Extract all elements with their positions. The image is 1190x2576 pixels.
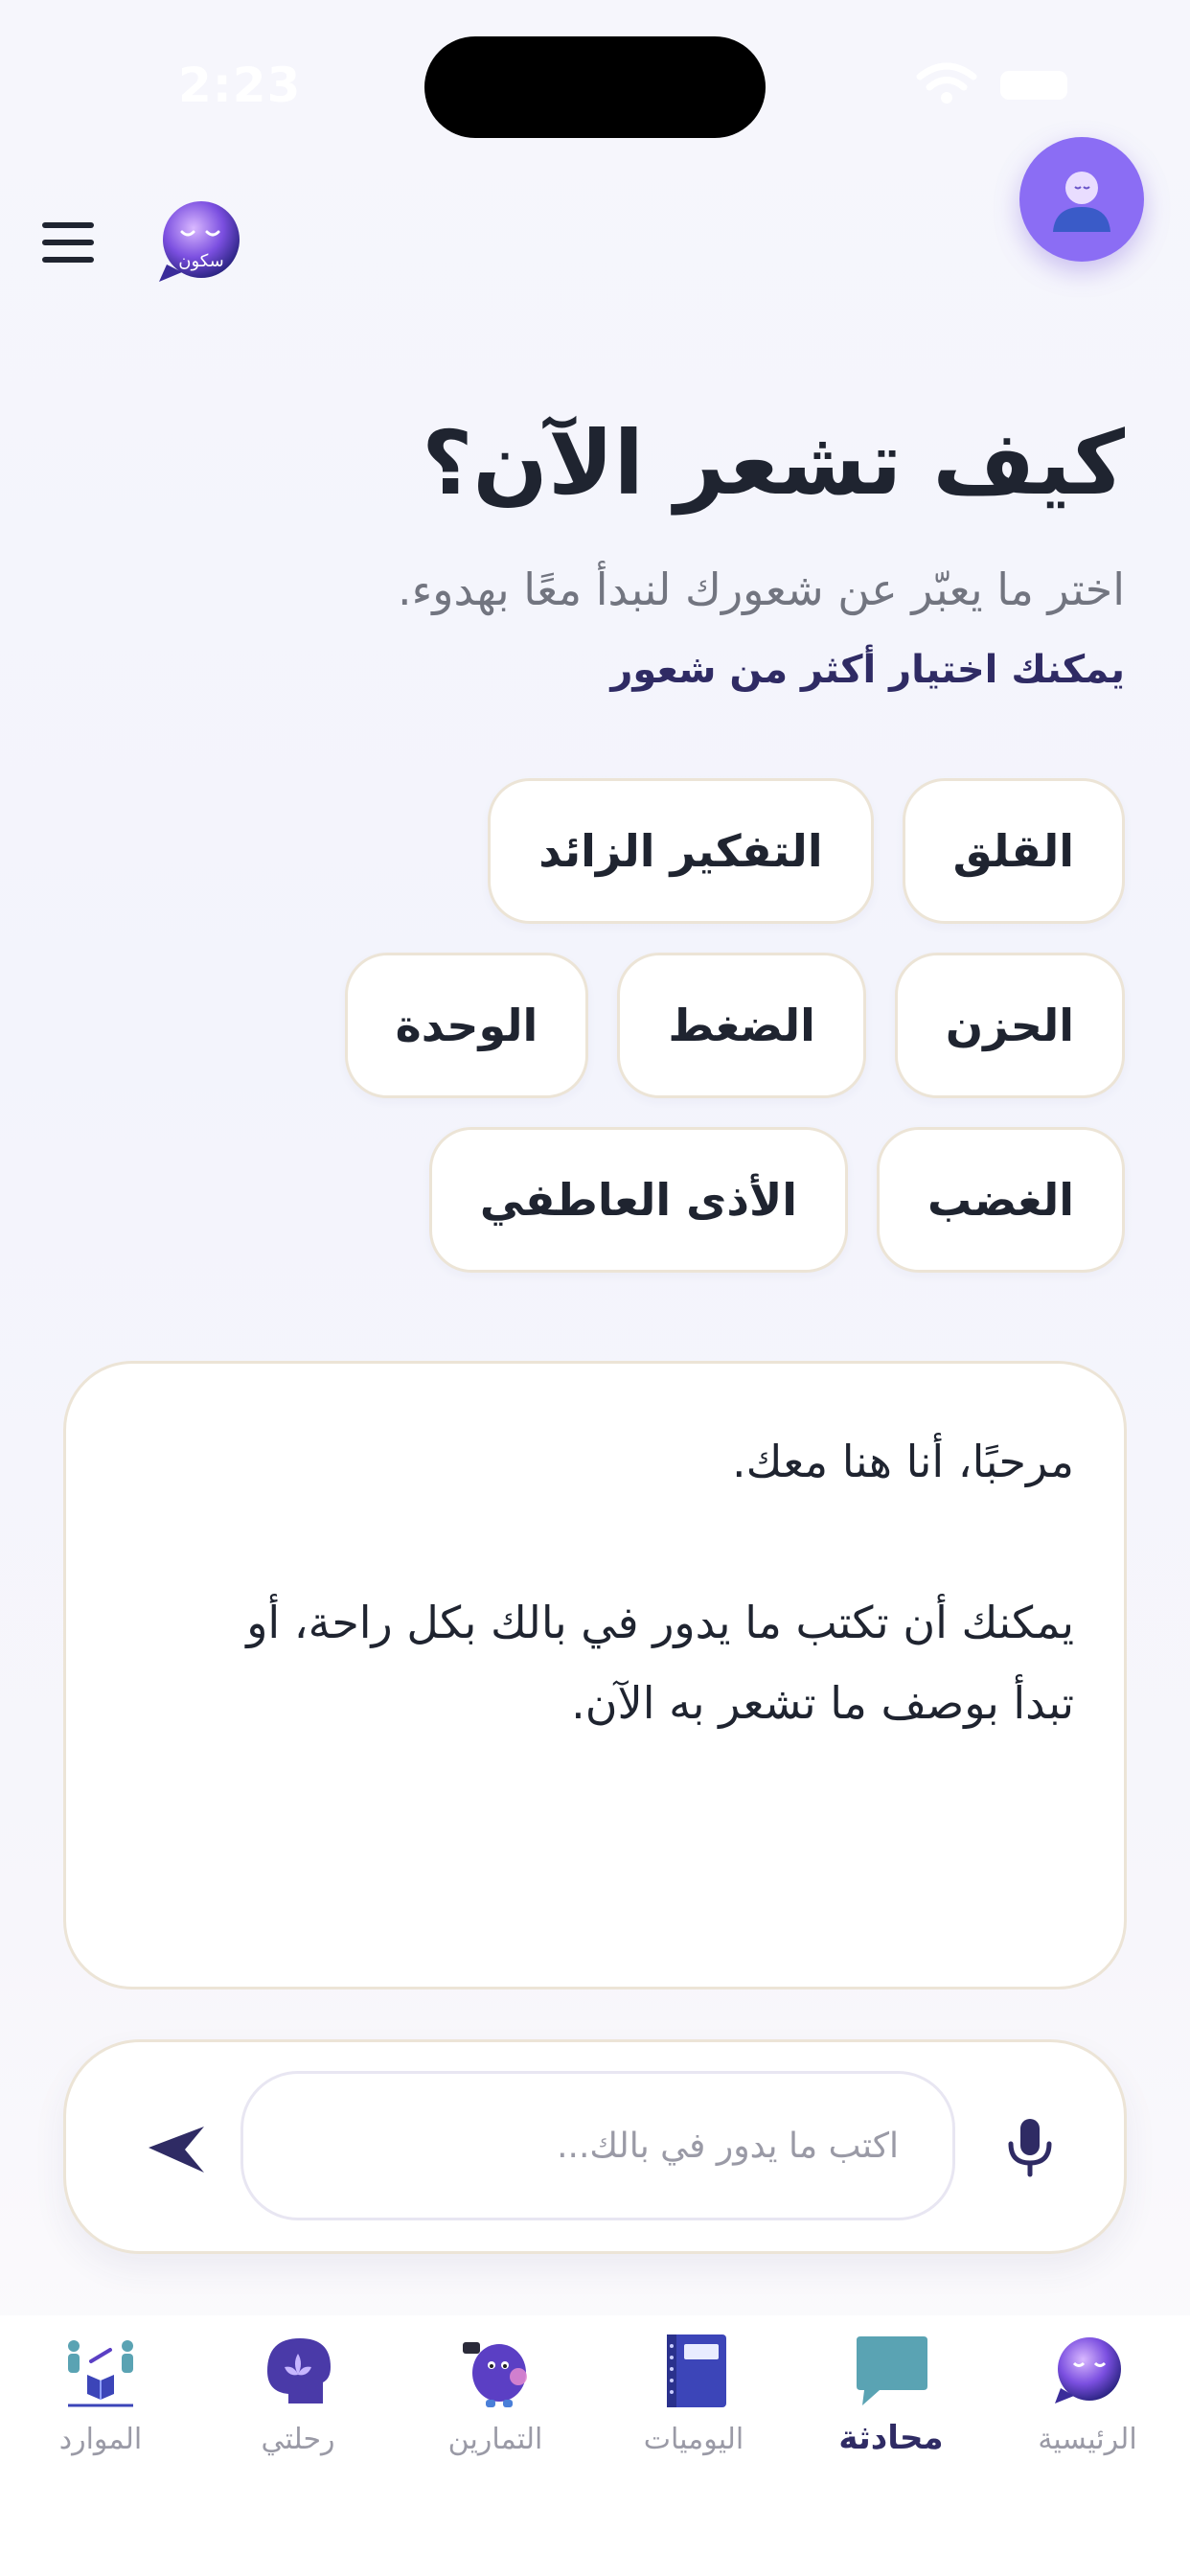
resources-people-icon: [68, 2340, 133, 2407]
logo-text: سكون: [178, 251, 224, 271]
dynamic-island: [424, 36, 766, 138]
nav-label-exercises: التمارين: [447, 2423, 543, 2456]
message-body-line-2: تبدأ بوصف ما تشعر به الآن.: [571, 1677, 1074, 1729]
nav-label-my-journey: رحلتي: [261, 2423, 335, 2456]
welcome-message-card: مرحبًا، أنا هنا معك. يمكنك أن تكتب ما يد…: [63, 1361, 1127, 1990]
exercises-mascot-icon: [463, 2342, 527, 2407]
mood-chips: القلق التفكير الزائد الحزن الضغط الوحدة …: [320, 778, 1125, 1273]
multi-select-hint: يمكنك اختيار أكثر من شعور: [610, 648, 1125, 692]
bottom-nav: الرئيسية محادثة اليوميات التمارين رحلتي …: [0, 2315, 1190, 2576]
profile-avatar-button[interactable]: [1019, 137, 1144, 262]
page-subtitle: اختر ما يعبّر عن شعورك لنبدأ معًا بهدوء.: [398, 564, 1125, 615]
nav-label-chat: محادثة: [838, 2419, 944, 2457]
nav-label-home: الرئيسية: [1038, 2423, 1137, 2456]
hamburger-menu-icon[interactable]: [42, 222, 94, 263]
page-title: كيف تشعر الآن؟: [422, 412, 1125, 515]
message-composer: [63, 2039, 1127, 2254]
nav-item-home[interactable]: الرئيسية: [1016, 2333, 1159, 2486]
nav-item-exercises[interactable]: التمارين: [423, 2333, 567, 2486]
mood-chip-stress[interactable]: الضغط: [617, 953, 866, 1098]
nav-label-journal: اليوميات: [643, 2423, 744, 2456]
mood-chip-loneliness[interactable]: الوحدة: [344, 953, 589, 1098]
app-logo-icon[interactable]: سكون: [153, 197, 245, 289]
mood-chip-emotional-harm[interactable]: الأذى العاطفي: [428, 1127, 848, 1273]
wifi-icon: [916, 62, 977, 104]
nav-item-chat[interactable]: محادثة: [819, 2333, 963, 2486]
mood-chip-anger[interactable]: الغضب: [876, 1127, 1125, 1273]
chat-bubble-icon: [857, 2336, 927, 2405]
mood-chip-sadness[interactable]: الحزن: [894, 953, 1125, 1098]
microphone-icon[interactable]: [1003, 2117, 1057, 2178]
journal-notebook-icon: [667, 2334, 726, 2407]
send-icon[interactable]: [147, 2123, 206, 2176]
battery-icon: [1000, 71, 1067, 100]
screen: 2:23 سكون كيف تشعر الآن؟ اختر ما يعبّر ع…: [0, 0, 1190, 2576]
mood-chip-anxiety[interactable]: القلق: [902, 778, 1125, 924]
nav-label-resources: الموارد: [58, 2423, 143, 2456]
nav-item-resources[interactable]: الموارد: [29, 2333, 172, 2486]
nav-item-my-journey[interactable]: رحلتي: [226, 2333, 370, 2486]
home-logo-icon: [1055, 2337, 1121, 2404]
status-time: 2:23: [178, 58, 302, 113]
nav-item-journal[interactable]: اليوميات: [622, 2333, 766, 2486]
message-body-line-1: يمكنك أن تكتب ما يدور في بالك بكل راحة، …: [246, 1597, 1074, 1648]
message-input[interactable]: [240, 2071, 955, 2220]
message-greeting: مرحبًا، أنا هنا معك.: [731, 1436, 1074, 1487]
mood-chip-overthinking[interactable]: التفكير الزائد: [488, 778, 874, 924]
user-avatar-icon: [1053, 172, 1110, 232]
mind-lotus-icon: [267, 2338, 331, 2404]
